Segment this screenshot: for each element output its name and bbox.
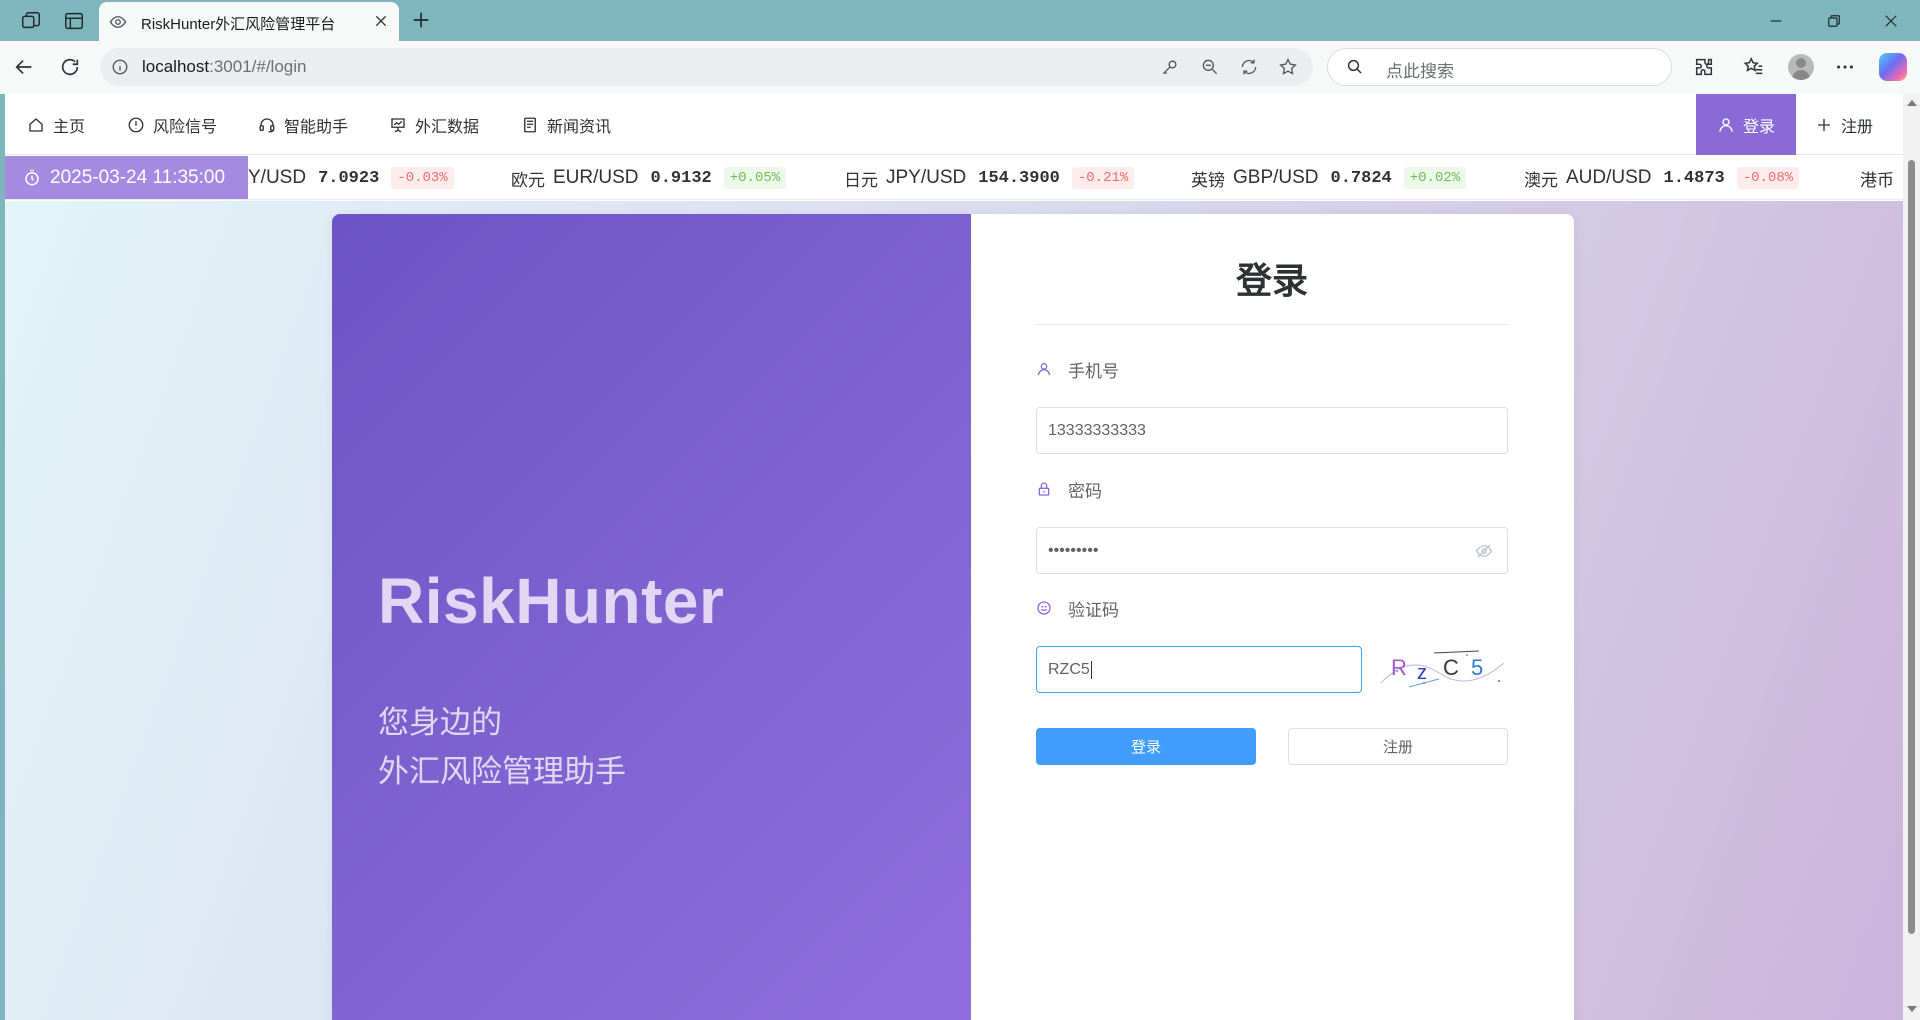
news-icon — [524, 117, 536, 132]
nav-login-button[interactable]: 登录 — [1696, 94, 1796, 155]
ticker-item: 日元 JPY/USD 154.3900 -0.21% — [844, 156, 1135, 199]
nav-label: 智能助手 — [284, 118, 349, 136]
close-window-icon[interactable] — [1882, 12, 1900, 30]
password-value: ••••••••• — [1048, 541, 1099, 559]
eye-off-icon[interactable] — [1475, 542, 1493, 560]
copilot-icon[interactable] — [1879, 53, 1907, 81]
chart-board-icon — [391, 117, 405, 132]
ticker-item: 澳元 AUD/USD 1.4873 -0.08% — [1524, 156, 1800, 199]
captcha-image[interactable]: R z C 5 — [1379, 643, 1508, 690]
address-url: localhost:3001/#/login — [142, 57, 307, 76]
ticker-item: 英镑 GBP/USD 0.7824 +0.02% — [1191, 156, 1467, 199]
tab-title: RiskHunter外汇风险管理平台 — [141, 16, 336, 33]
svg-text:5: 5 — [1471, 655, 1483, 680]
text-caret — [1090, 660, 1092, 679]
password-label: 密码 — [1036, 477, 1102, 501]
phone-input[interactable]: 13333333333 — [1036, 407, 1508, 454]
phone-value: 13333333333 — [1048, 421, 1146, 439]
nav-item-home[interactable]: 主页 — [27, 94, 85, 155]
nav-item-assistant[interactable]: 智能助手 — [258, 94, 348, 155]
search-icon — [1347, 59, 1362, 74]
nav-item-risk-signal[interactable]: 风险信号 — [127, 94, 217, 155]
currency-ticker: Y/USD 7.0923 -0.03% 欧元 EUR/USD 0.9132 +0… — [5, 156, 1903, 200]
form-title: 登录 — [1235, 260, 1308, 301]
workspaces-icon[interactable] — [20, 10, 42, 32]
phone-label: 手机号 — [1036, 357, 1119, 381]
captcha-text: R — [1391, 655, 1407, 680]
ticker-timestamp: 2025-03-24 11:35:00 — [5, 156, 248, 199]
nav-login-label: 登录 — [1742, 118, 1775, 136]
hero-title: RiskHunter — [378, 565, 725, 637]
key-icon[interactable] — [1160, 57, 1180, 77]
ticker-item: 港币 — [1860, 170, 1894, 190]
address-bar[interactable]: localhost:3001/#/login — [100, 48, 1313, 86]
browser-tab[interactable]: RiskHunter外汇风险管理平台 — [99, 2, 399, 41]
login-submit-button[interactable]: 登录 — [1036, 728, 1256, 765]
favorite-star-icon[interactable] — [1278, 57, 1298, 77]
register-button[interactable]: 注册 — [1288, 728, 1508, 765]
minimize-icon[interactable] — [1767, 12, 1785, 30]
user-icon — [1719, 117, 1733, 132]
nav-label: 新闻资讯 — [547, 118, 612, 136]
more-menu-icon[interactable] — [1834, 56, 1856, 78]
scroll-thumb[interactable] — [1908, 160, 1915, 934]
home-icon — [29, 117, 43, 132]
ticker-item: 欧元 EUR/USD 0.9132 +0.05% — [511, 156, 787, 199]
browser-essentials-icon[interactable] — [1239, 57, 1259, 77]
scroll-down-icon[interactable] — [1907, 1006, 1917, 1012]
captcha-icon — [1037, 601, 1051, 615]
refresh-icon[interactable] — [59, 56, 81, 78]
nav-item-forex-data[interactable]: 外汇数据 — [389, 94, 479, 155]
stopwatch-icon — [25, 169, 39, 186]
user-icon — [1038, 363, 1050, 376]
captcha-label: 验证码 — [1036, 596, 1119, 620]
nav-label: 主页 — [53, 118, 86, 136]
svg-text:C: C — [1443, 655, 1459, 680]
captcha-input[interactable]: RZC5 — [1036, 646, 1362, 693]
zoom-out-icon[interactable] — [1200, 57, 1220, 77]
extensions-icon[interactable] — [1693, 56, 1715, 78]
headset-icon — [259, 117, 275, 132]
captcha-value: RZC5 — [1048, 660, 1090, 678]
scroll-up-icon[interactable] — [1907, 100, 1917, 106]
browser-titlebar: RiskHunter外汇风险管理平台 — [0, 0, 1920, 41]
nav-item-news[interactable]: 新闻资讯 — [521, 94, 611, 155]
search-placeholder: 点此搜索 — [1386, 62, 1454, 81]
hero-subtitle: 您身边的 外汇风险管理助手 — [378, 698, 626, 796]
favorites-icon[interactable] — [1743, 56, 1765, 78]
divider — [1036, 324, 1508, 325]
eye-favicon-icon — [109, 16, 127, 28]
new-tab-icon[interactable] — [410, 9, 432, 31]
hero-panel: RiskHunter 您身边的 外汇风险管理助手 — [332, 214, 971, 1020]
main-content: RiskHunter 您身边的 外汇风险管理助手 登录 手机号 13333333… — [5, 201, 1903, 1020]
vertical-tabs-icon[interactable] — [63, 10, 85, 32]
top-nav: 主页 风险信号 智能助手 外汇数据 新闻资讯 登录 注册 — [5, 94, 1903, 155]
nav-label: 风险信号 — [153, 118, 218, 136]
site-info-icon[interactable] — [111, 58, 129, 76]
hero-subtitle-line2: 外汇风险管理助手 — [378, 754, 626, 789]
login-card: RiskHunter 您身边的 外汇风险管理助手 登录 手机号 13333333… — [332, 214, 1574, 1020]
profile-avatar[interactable] — [1788, 54, 1814, 80]
page-scrollbar[interactable] — [1903, 94, 1920, 1020]
browser-search-box[interactable]: 点此搜索 — [1327, 48, 1672, 86]
password-input[interactable]: ••••••••• — [1036, 527, 1508, 574]
hero-subtitle-line1: 您身边的 — [378, 705, 502, 740]
plus-icon — [1818, 118, 1830, 131]
lock-icon — [1038, 482, 1050, 496]
nav-label: 外汇数据 — [415, 118, 480, 136]
svg-text:z: z — [1417, 662, 1427, 684]
nav-register-label: 注册 — [1841, 118, 1874, 136]
close-tab-icon[interactable] — [373, 13, 389, 29]
page-viewport: 主页 风险信号 智能助手 外汇数据 新闻资讯 登录 注册 Y/USD 7.092… — [5, 94, 1920, 1020]
restore-icon[interactable] — [1825, 12, 1843, 30]
ticker-time-text: 2025-03-24 11:35:00 — [50, 167, 226, 188]
alert-circle-icon — [128, 117, 144, 132]
nav-register-button[interactable]: 注册 — [1815, 94, 1873, 155]
ticker-item: Y/USD 7.0923 -0.03% — [248, 156, 454, 199]
browser-toolbar: localhost:3001/#/login 点此搜索 — [0, 41, 1920, 94]
back-icon[interactable] — [13, 56, 35, 78]
